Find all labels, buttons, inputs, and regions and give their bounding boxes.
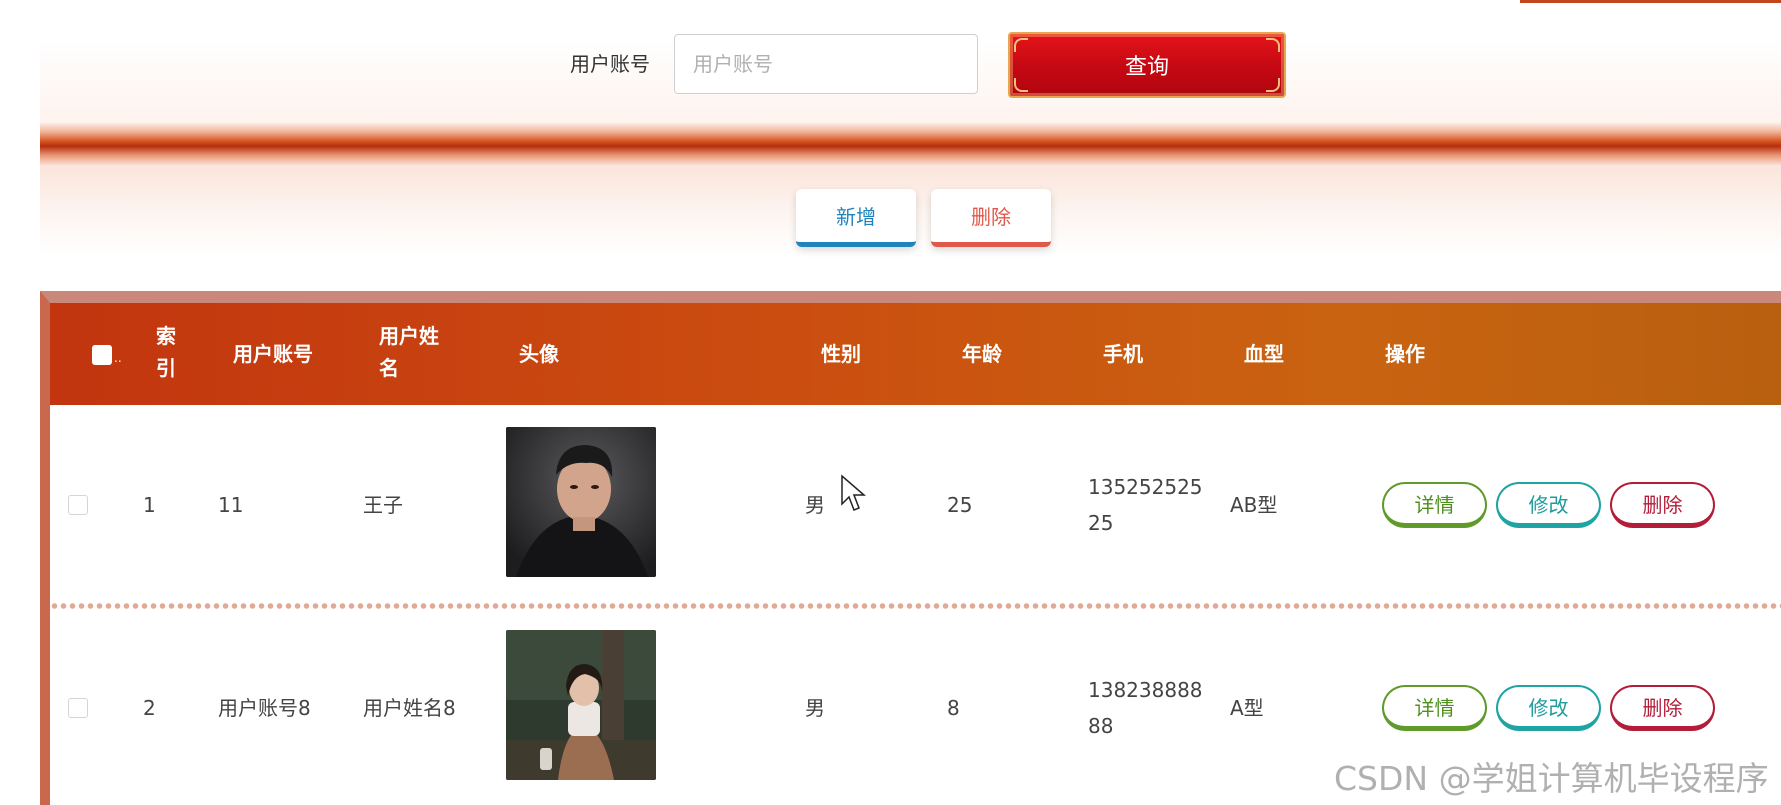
query-button-label: 查询: [1124, 55, 1169, 80]
detail-button[interactable]: 详情: [1382, 685, 1487, 731]
cell-gender: 男: [805, 493, 825, 517]
cell-account: 11: [218, 493, 244, 517]
cell-phone-line2: 88: [1088, 714, 1114, 738]
batch-delete-button[interactable]: 删除: [931, 189, 1051, 247]
add-button[interactable]: 新增: [796, 189, 916, 247]
corner-ornament: [1266, 78, 1280, 92]
truncation-dots: ..: [114, 351, 122, 365]
cell-name: 王子: [363, 493, 403, 517]
header-index[interactable]: 索引: [156, 320, 186, 384]
cell-blood-type: AB型: [1230, 493, 1278, 517]
header-avatar[interactable]: 头像: [519, 338, 559, 370]
avatar-male-portrait-icon[interactable]: [506, 427, 656, 577]
corner-ornament: [1266, 38, 1280, 52]
edit-button[interactable]: 修改: [1496, 482, 1601, 528]
row-checkbox[interactable]: [68, 495, 88, 515]
corner-ornament: [1014, 78, 1028, 92]
corner-ornament: [1014, 38, 1028, 52]
page: 用户账号 查询 新增 删除 .. 索引 用户账号 用户姓名 头像 性别 年龄 手…: [0, 0, 1781, 805]
header-account[interactable]: 用户账号: [233, 338, 313, 370]
cell-phone-line2: 25: [1088, 511, 1114, 535]
query-button[interactable]: 查询: [1008, 32, 1286, 98]
decorative-stripe: [40, 122, 1781, 166]
detail-button[interactable]: 详情: [1382, 482, 1487, 528]
header-gender[interactable]: 性别: [821, 338, 861, 370]
data-table: .. 索引 用户账号 用户姓名 头像 性别 年龄 手机 血型 操作 1 11 王…: [40, 291, 1781, 805]
delete-button[interactable]: 删除: [1610, 482, 1715, 528]
cell-age: 25: [947, 493, 973, 517]
row-checkbox[interactable]: [68, 698, 88, 718]
header-age[interactable]: 年龄: [962, 338, 1002, 370]
cell-name: 用户姓名8: [363, 696, 456, 720]
top-accent-bar: [1520, 0, 1781, 3]
header-phone[interactable]: 手机: [1103, 338, 1143, 370]
mouse-pointer-icon: [841, 474, 866, 511]
search-label: 用户账号: [570, 52, 650, 76]
search-input[interactable]: [674, 34, 978, 94]
delete-button[interactable]: 删除: [1610, 685, 1715, 731]
header-blood-type[interactable]: 血型: [1244, 338, 1284, 370]
watermark: CSDN @学姐计算机毕设程序: [1334, 759, 1769, 798]
cell-phone-line1: 138238888: [1088, 678, 1203, 702]
select-all-checkbox[interactable]: [92, 345, 112, 365]
cell-index: 1: [143, 493, 156, 517]
header-name[interactable]: 用户姓名: [379, 320, 451, 384]
cell-blood-type: A型: [1230, 696, 1264, 720]
table-row[interactable]: 1 11 王子 男 25 135252525 25 AB型 详情 修改 删除: [50, 405, 1781, 605]
cell-age: 8: [947, 696, 960, 720]
table-header: .. 索引 用户账号 用户姓名 头像 性别 年龄 手机 血型 操作: [50, 303, 1781, 405]
header-operations: 操作: [1385, 342, 1425, 366]
cell-gender: 男: [805, 696, 825, 720]
edit-button[interactable]: 修改: [1496, 685, 1601, 731]
avatar-female-portrait-icon[interactable]: [506, 630, 656, 780]
cell-index: 2: [143, 696, 156, 720]
cell-account: 用户账号8: [218, 696, 311, 720]
cell-phone-line1: 135252525: [1088, 475, 1203, 499]
